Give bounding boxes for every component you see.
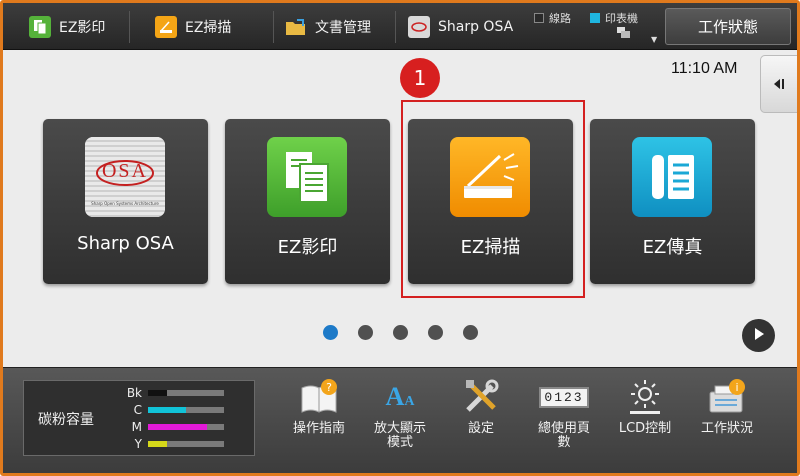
job-status-button[interactable]: 工作狀態 — [665, 8, 791, 45]
top-document-filing-label: 文書管理 — [315, 19, 371, 36]
small-a-glyph: A — [404, 394, 415, 409]
top-sharp-osa-label: Sharp OSA — [438, 18, 514, 35]
copy-icon — [29, 15, 51, 38]
top-ez-copy-label: EZ影印 — [59, 19, 106, 36]
svg-text:?: ? — [326, 381, 332, 394]
toner-color-label: C — [133, 403, 142, 417]
top-divider — [395, 11, 396, 43]
toner-bar-track — [148, 390, 224, 396]
total-count-label: 總使用頁數 — [537, 421, 590, 450]
settings-button[interactable]: 設定 — [441, 376, 521, 468]
toner-bar-fill — [148, 390, 167, 396]
top-ez-scan-label: EZ掃描 — [185, 19, 232, 36]
panel-collapse-icon — [772, 75, 786, 94]
tile-ez-copy-label: EZ影印 — [277, 237, 338, 258]
toner-bar-track — [148, 441, 224, 447]
total-count-button[interactable]: 0123 總使用頁數 — [524, 376, 604, 468]
lcd-control-button[interactable]: LCD控制 — [605, 376, 685, 468]
clock: 11:10 AM — [671, 60, 738, 77]
toner-color-label: M — [131, 420, 142, 434]
tile-ez-fax-label: EZ傳真 — [642, 237, 703, 258]
tile-ez-fax[interactable]: EZ傳真 — [590, 119, 755, 284]
osa-logo-subtext: Sharp Open Systems Architecture — [91, 201, 159, 206]
settings-label: 設定 — [467, 421, 494, 436]
printer-indicator-light — [590, 13, 600, 23]
instruction-highlight-box — [401, 100, 585, 298]
top-sharp-osa-button[interactable]: Sharp OSA — [408, 3, 513, 50]
operation-guide-label: 操作指南 — [292, 421, 345, 436]
toner-bar-fill — [148, 424, 208, 430]
brightness-icon — [625, 378, 665, 416]
printer-indicator: 印表機 — [590, 10, 638, 26]
toner-color-label: Bk — [126, 386, 142, 400]
line-indicator-label: 線路 — [549, 12, 571, 25]
tile-ez-copy[interactable]: EZ影印 — [225, 119, 390, 284]
toner-bar-fill — [148, 441, 167, 447]
play-arrow-icon — [753, 326, 765, 345]
page-counter-icon: 0123 — [539, 378, 589, 416]
line-indicator: 線路 — [534, 10, 571, 26]
job-status-tool-button[interactable]: i 工作狀況 — [687, 376, 767, 468]
toner-level-label: 碳粉容量 — [38, 412, 94, 428]
toner-row-black: Bk — [120, 385, 224, 401]
osa-logo-text: OSA — [101, 160, 148, 182]
page-dot[interactable] — [428, 325, 443, 340]
job-status-tool-label: 工作狀況 — [700, 421, 753, 436]
screen-frame: EZ影印 EZ掃描 文書管理 Sharp OSA 線路 印表機 ▼ 工作狀態 1… — [0, 0, 800, 476]
toner-row-cyan: C — [120, 402, 224, 418]
scan-icon — [155, 15, 177, 38]
toner-row-magenta: M — [120, 419, 224, 435]
printer-indicator-label: 印表機 — [605, 12, 638, 25]
job-status-icon: i — [707, 378, 747, 416]
dropdown-arrow-icon: ▼ — [651, 35, 658, 44]
svg-text:i: i — [735, 381, 738, 394]
settings-tools-icon — [461, 378, 501, 416]
counter-digits: 0123 — [539, 386, 589, 408]
printer-queue-icon — [616, 26, 632, 43]
tile-sharp-osa-label: Sharp OSA — [77, 233, 174, 254]
page-dot[interactable] — [393, 325, 408, 340]
page-dot[interactable] — [463, 325, 478, 340]
copy-icon — [267, 137, 347, 217]
operation-guide-button[interactable]: ? 操作指南 — [279, 376, 359, 468]
osa-logo-icon: OSA Sharp Open Systems Architecture — [85, 137, 165, 217]
large-a-glyph: A — [385, 382, 405, 411]
enlarge-display-label: 放大顯示 模式 — [373, 421, 426, 450]
fax-icon — [632, 137, 712, 217]
toner-color-label: Y — [134, 437, 142, 451]
operation-guide-icon: ? — [299, 378, 339, 416]
folder-icon — [285, 16, 307, 38]
page-dot[interactable] — [323, 325, 338, 340]
device-status-indicators[interactable]: 線路 印表機 ▼ — [530, 7, 660, 47]
top-divider — [273, 11, 274, 43]
bottom-bar: 碳粉容量 Bk C M Y ? 操作指南 A A 放大顯示 模式 設定 0123… — [3, 367, 797, 473]
tile-sharp-osa[interactable]: OSA Sharp Open Systems Architecture Shar… — [43, 119, 208, 284]
toner-level-panel: 碳粉容量 Bk C M Y — [23, 380, 255, 456]
enlarge-display-icon: A A — [380, 378, 420, 416]
page-dot[interactable] — [358, 325, 373, 340]
top-bar: EZ影印 EZ掃描 文書管理 Sharp OSA 線路 印表機 ▼ 工作狀態 — [3, 3, 797, 50]
line-indicator-light — [534, 13, 544, 23]
top-ez-scan-button[interactable]: EZ掃描 — [155, 3, 231, 50]
step-number-badge: 1 — [400, 58, 440, 98]
lcd-control-label: LCD控制 — [618, 421, 672, 436]
toner-bar-track — [148, 407, 224, 413]
side-panel-toggle[interactable] — [760, 55, 797, 113]
top-document-filing-button[interactable]: 文書管理 — [285, 3, 371, 50]
toner-bar-fill — [148, 407, 186, 413]
enlarge-display-mode-button[interactable]: A A 放大顯示 模式 — [360, 376, 440, 468]
toner-bar-track — [148, 424, 224, 430]
top-divider — [129, 11, 130, 43]
osa-icon — [408, 15, 430, 38]
top-ez-copy-button[interactable]: EZ影印 — [29, 3, 105, 50]
toner-row-yellow: Y — [120, 436, 224, 452]
next-page-button[interactable] — [742, 319, 775, 352]
